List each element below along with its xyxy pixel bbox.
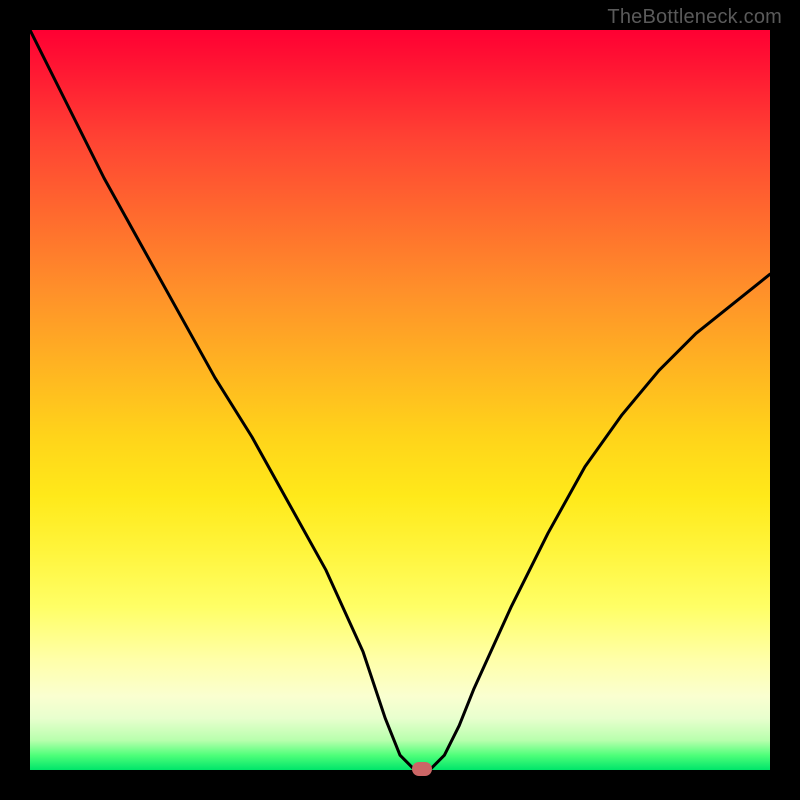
optimal-point-marker: [412, 762, 432, 776]
bottleneck-curve: [30, 30, 770, 770]
attribution-text: TheBottleneck.com: [607, 6, 782, 29]
plot-area: [30, 30, 770, 770]
chart-frame: TheBottleneck.com: [0, 0, 800, 800]
